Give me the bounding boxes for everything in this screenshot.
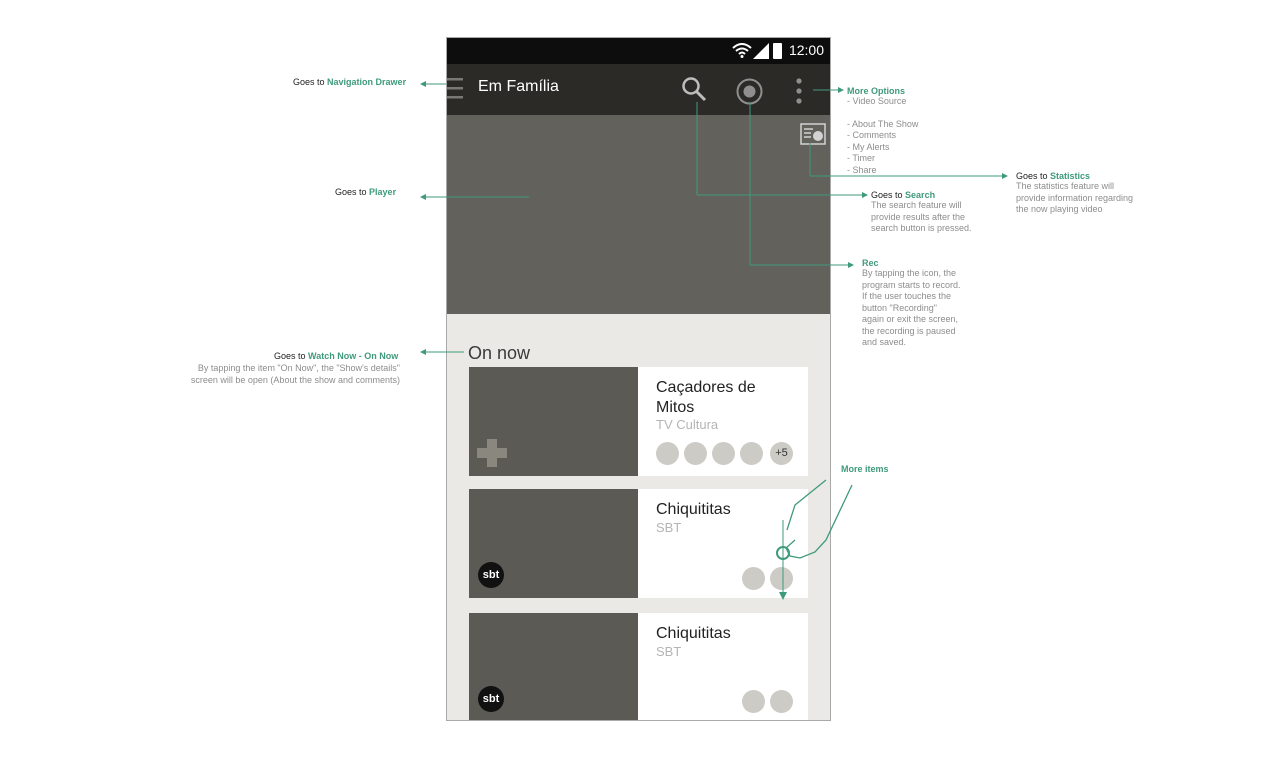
annotation-player: Goes to Player — [335, 187, 397, 197]
annotation-more-items: More items — [841, 464, 889, 474]
annotation-nav-drawer: Goes to Navigation Drawer — [293, 77, 407, 87]
annotation-watch-now-desc: By tapping the item "On Now", the "Show'… — [190, 363, 400, 385]
annotation-watch-now: Goes to Watch Now - On Now — [274, 351, 399, 361]
annotation-search: Goes to Search The search feature will p… — [871, 190, 972, 233]
annotation-statistics: Goes to Statistics The statistics featur… — [1016, 171, 1134, 214]
annotation-more-options: More Options - Video Source - About The … — [847, 86, 919, 175]
more-options-list: - Video Source - About The Show - Commen… — [847, 96, 919, 175]
annotation-rec: Rec By tapping the icon, the program sta… — [862, 258, 961, 347]
